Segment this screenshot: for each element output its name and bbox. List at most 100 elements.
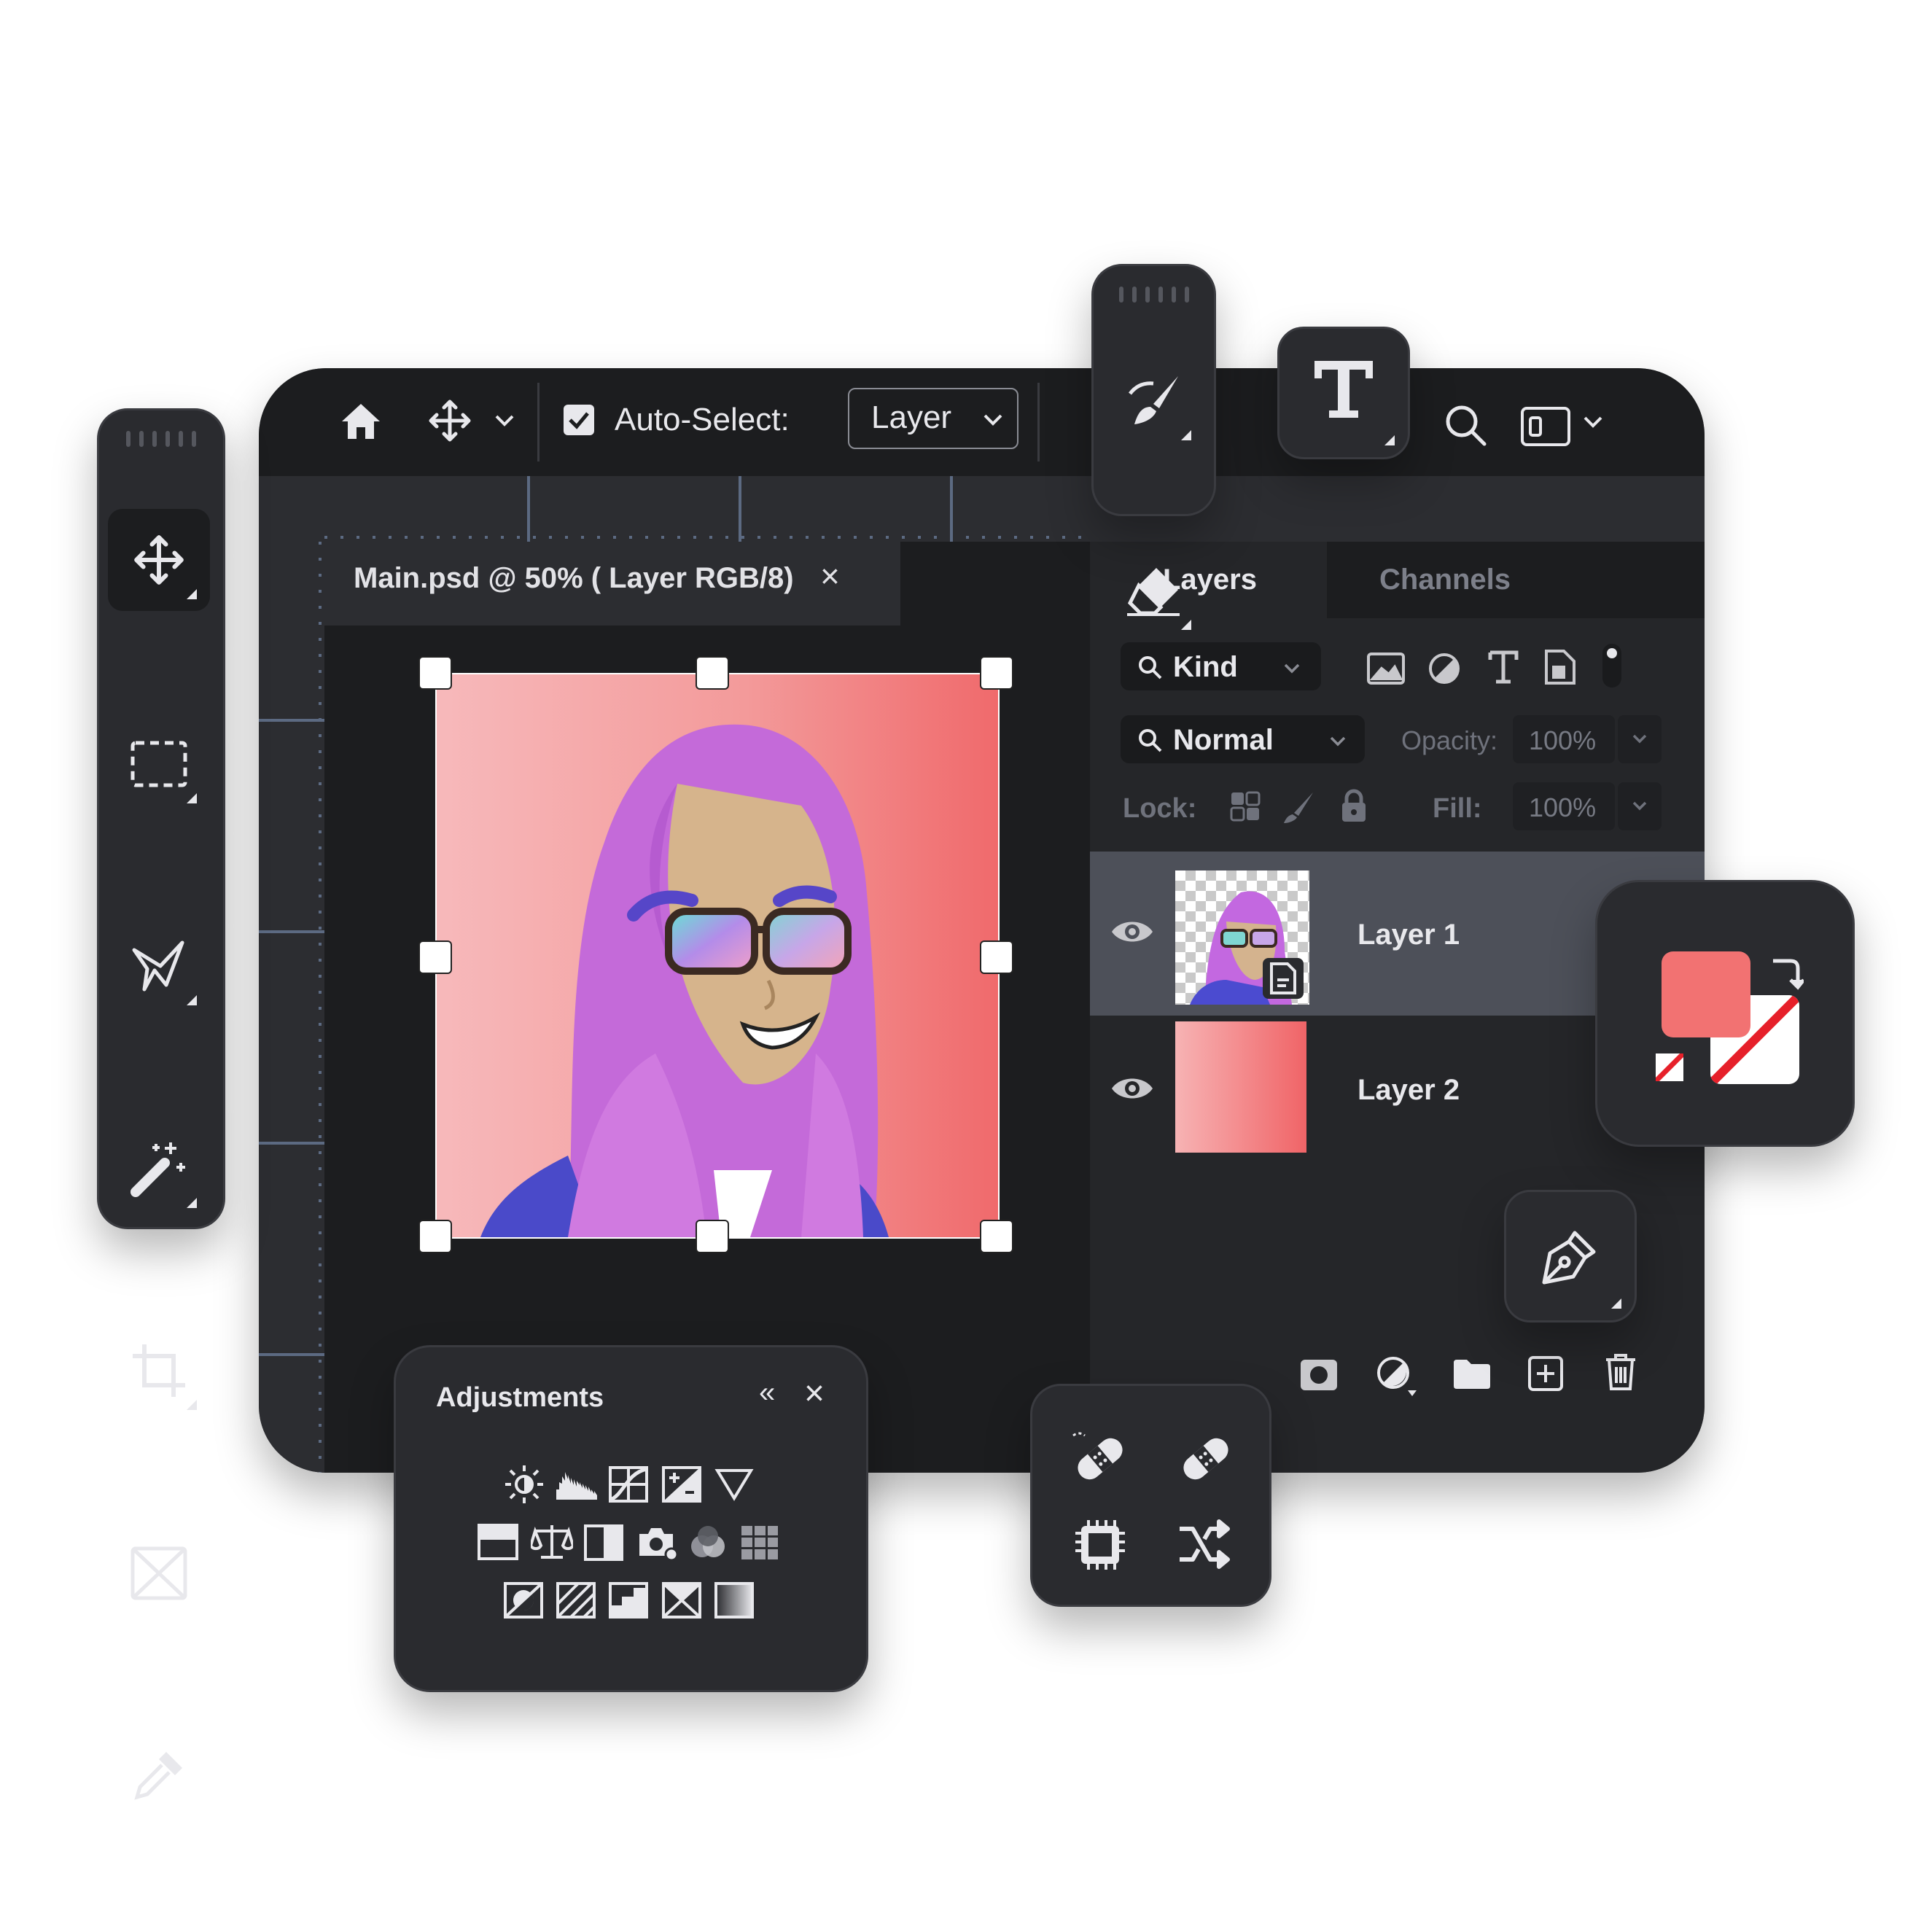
healing-brush-icon[interactable] (1102, 350, 1204, 452)
eye-icon[interactable] (1110, 917, 1154, 946)
vibrance-icon[interactable] (714, 1468, 754, 1501)
workspace-icon[interactable] (1520, 406, 1571, 447)
posterize-icon[interactable] (556, 1582, 596, 1619)
type-filter-icon[interactable] (1487, 650, 1519, 685)
lock-all-icon[interactable] (1339, 788, 1368, 823)
eyedropper-icon[interactable] (108, 1724, 210, 1826)
color-lookup-icon[interactable] (740, 1524, 779, 1561)
invert-icon[interactable] (504, 1582, 543, 1619)
selective-color-icon[interactable] (662, 1582, 701, 1619)
content-aware-move-icon[interactable] (1177, 1519, 1232, 1570)
exposure-icon[interactable] (662, 1466, 701, 1503)
document-tab[interactable]: Main.psd @ 50% ( Layer RGB/8) × (324, 542, 900, 626)
layer-name: Layer 1 (1358, 919, 1460, 951)
color-swatch-widget (1595, 880, 1855, 1147)
new-layer-icon[interactable] (1527, 1355, 1564, 1392)
transform-handle[interactable] (981, 1221, 1012, 1252)
layer-thumbnail (1175, 1021, 1306, 1153)
photo-filter-icon[interactable] (636, 1524, 679, 1562)
channel-mixer-icon[interactable] (688, 1524, 728, 1561)
layer-thumbnail (1175, 870, 1309, 1005)
tab-channels[interactable]: Channels (1327, 542, 1705, 618)
blend-mode-dropdown[interactable]: Normal (1121, 715, 1365, 763)
chevron-down-icon (982, 411, 1004, 429)
adjustments-panel: Adjustments « × (394, 1345, 868, 1692)
lock-pixels-icon[interactable] (1281, 790, 1316, 825)
auto-select-checkbox[interactable] (564, 405, 594, 435)
magic-wand-icon[interactable] (108, 1118, 210, 1220)
move-tool-icon[interactable] (108, 509, 210, 611)
chevron-down-icon (1282, 661, 1301, 676)
transform-handle[interactable] (981, 658, 1012, 688)
brush-tools-panel (1091, 264, 1216, 630)
adjustment-layer-icon[interactable] (1376, 1355, 1419, 1398)
spot-healing-icon[interactable] (1069, 1430, 1131, 1488)
fill-value: 100% (1529, 792, 1597, 822)
chevron-down-icon[interactable] (494, 412, 515, 429)
color-balance-icon[interactable] (531, 1522, 573, 1562)
type-tool-widget[interactable] (1277, 327, 1410, 459)
healing-brush-icon[interactable] (1175, 1430, 1237, 1488)
fill-dropdown[interactable] (1618, 782, 1662, 830)
gradient-map-icon[interactable] (714, 1582, 754, 1619)
image-filter-icon[interactable] (1367, 653, 1405, 685)
threshold-icon[interactable] (609, 1582, 648, 1619)
drag-grip[interactable] (1094, 287, 1214, 303)
filter-toggle[interactable] (1602, 644, 1621, 688)
transform-handle[interactable] (981, 942, 1012, 973)
transform-handle[interactable] (420, 1221, 451, 1252)
mask-icon[interactable] (1299, 1358, 1339, 1392)
document-title: Main.psd @ 50% ( Layer RGB/8) (354, 562, 794, 594)
levels-icon[interactable] (555, 1468, 599, 1501)
fill-field[interactable]: 100% (1513, 782, 1615, 830)
close-icon[interactable]: × (804, 1374, 825, 1414)
auto-select-dropdown[interactable]: Layer (848, 388, 1018, 449)
patch-tool-icon[interactable] (1072, 1517, 1128, 1573)
drag-grip[interactable] (99, 431, 223, 447)
default-colors-icon[interactable] (1656, 1053, 1683, 1081)
shape-filter-icon[interactable] (1543, 648, 1577, 686)
trash-icon[interactable] (1604, 1352, 1637, 1392)
chevron-down-icon (1631, 733, 1648, 746)
eye-icon[interactable] (1110, 1074, 1154, 1103)
transform-handle[interactable] (697, 658, 728, 688)
hue-saturation-icon[interactable] (478, 1524, 518, 1560)
transform-handle[interactable] (697, 1221, 728, 1252)
opacity-field[interactable]: 100% (1513, 715, 1615, 763)
layer-name: Layer 2 (1358, 1074, 1460, 1106)
marquee-tool-icon[interactable] (108, 713, 210, 815)
move-icon[interactable] (426, 397, 473, 444)
folder-icon[interactable] (1452, 1357, 1492, 1390)
collapse-icon[interactable]: « (759, 1376, 775, 1409)
search-icon[interactable] (1444, 403, 1487, 447)
chevron-down-icon (1328, 734, 1347, 749)
auto-select-label: Auto-Select: (615, 402, 790, 437)
ruler-corner (259, 476, 324, 542)
options-bar: Auto-Select: Layer (259, 368, 1705, 476)
lasso-tool-icon[interactable] (108, 915, 210, 1017)
brightness-contrast-icon[interactable] (504, 1464, 545, 1505)
retouch-tools-panel (1030, 1384, 1271, 1607)
lock-label: Lock: (1123, 793, 1197, 824)
foreground-color-swatch[interactable] (1662, 951, 1750, 1037)
home-icon[interactable] (339, 401, 383, 442)
eraser-icon[interactable] (1102, 540, 1204, 642)
crop-tool-icon[interactable] (108, 1320, 210, 1422)
kind-filter-dropdown[interactable]: Kind (1121, 642, 1321, 690)
curves-icon[interactable] (609, 1466, 648, 1503)
black-white-icon[interactable] (584, 1524, 623, 1561)
swap-colors-icon[interactable] (1769, 954, 1804, 992)
adjustment-filter-icon[interactable] (1427, 651, 1462, 686)
chevron-down-icon[interactable] (1582, 413, 1604, 431)
pen-tool-widget[interactable] (1504, 1190, 1637, 1323)
portrait-artwork[interactable] (435, 673, 1000, 1239)
transform-handle[interactable] (420, 942, 451, 973)
search-icon (1137, 654, 1163, 680)
transform-handle[interactable] (420, 658, 451, 688)
lock-transparent-icon[interactable] (1230, 791, 1261, 822)
smart-object-icon (1263, 958, 1304, 999)
close-icon[interactable]: × (820, 556, 840, 596)
opacity-value: 100% (1529, 725, 1597, 755)
opacity-dropdown[interactable] (1618, 715, 1662, 763)
frame-tool-icon[interactable] (108, 1522, 210, 1624)
